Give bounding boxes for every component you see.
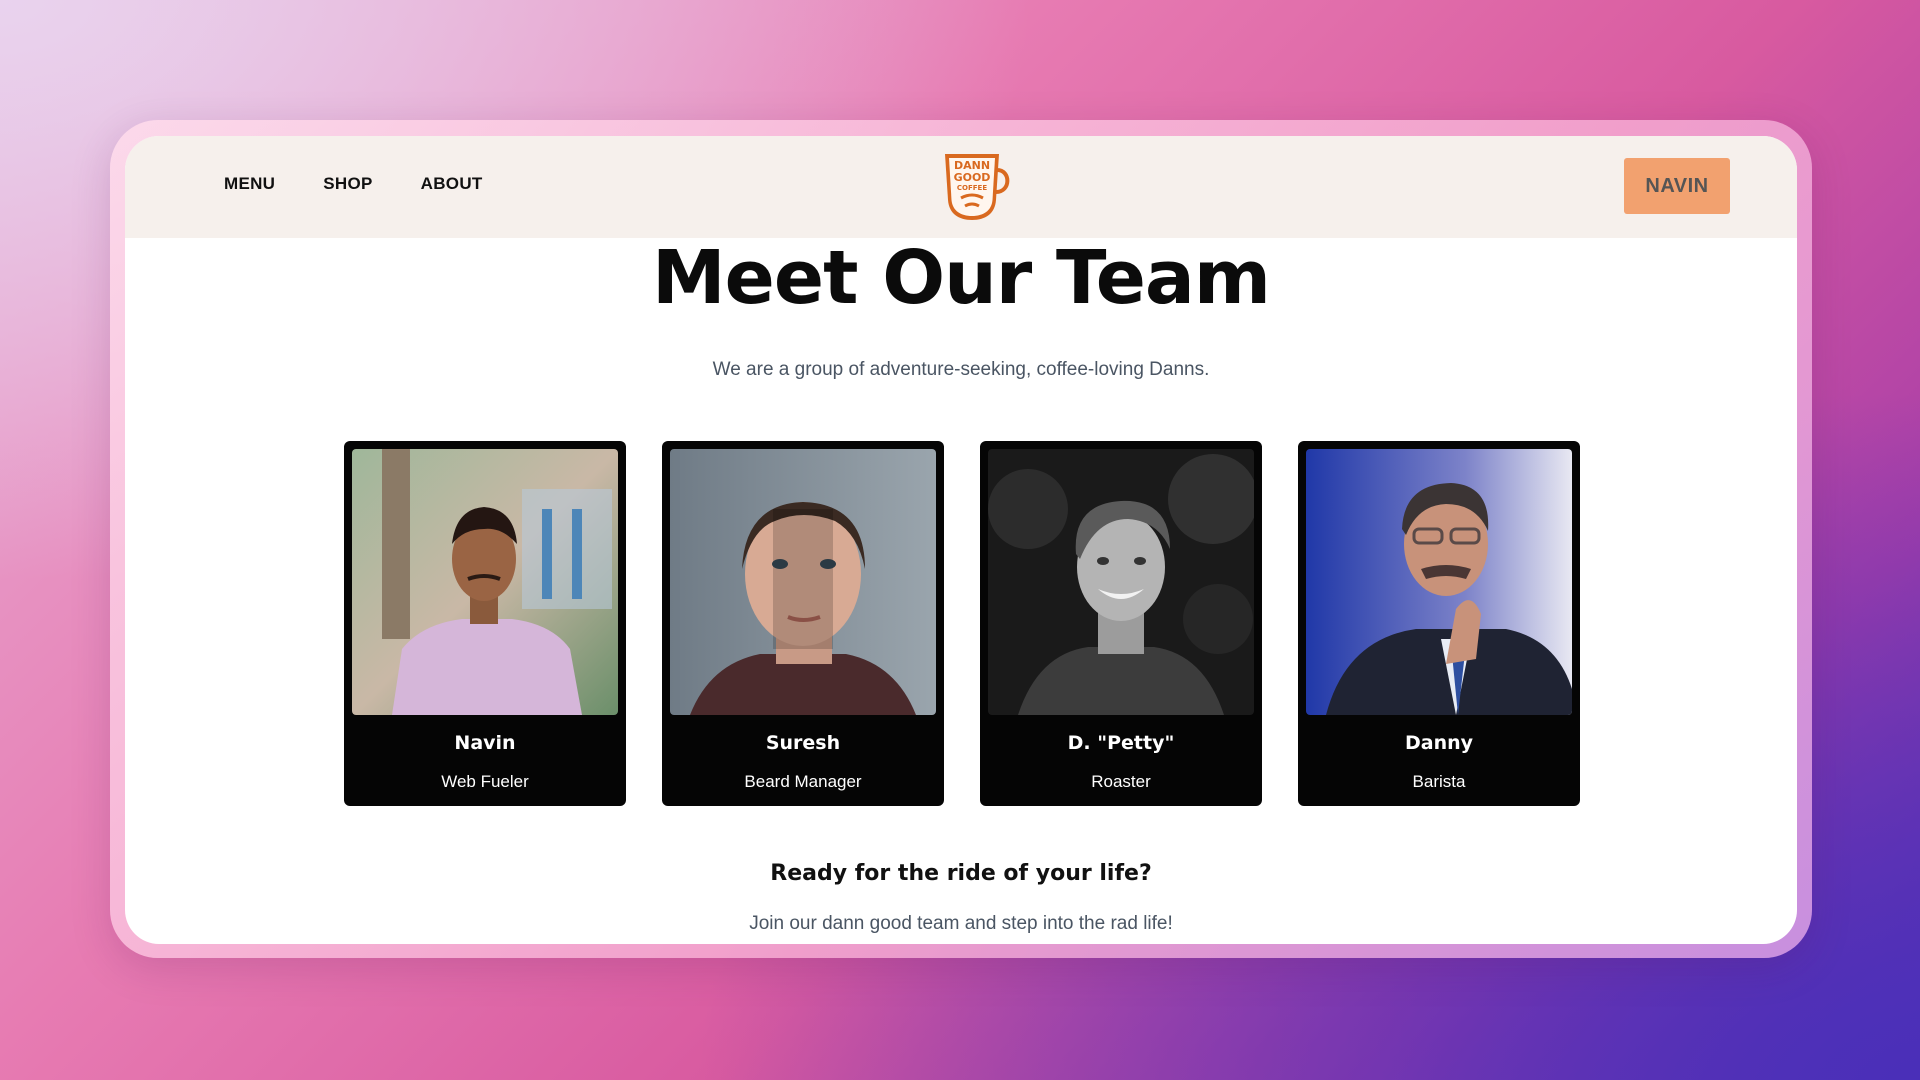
nav-about-link[interactable]: ABOUT: [421, 174, 483, 194]
team-member-photo: [670, 449, 936, 715]
team-member-name: D. "Petty": [1067, 732, 1175, 754]
team-card[interactable]: D. "Petty" Roaster: [980, 441, 1262, 806]
page-title: Meet Our Team: [652, 235, 1271, 321]
user-account-button[interactable]: NAVIN: [1624, 158, 1730, 214]
join-heading: Ready for the ride of your life?: [770, 861, 1152, 886]
team-member-role: Web Fueler: [441, 772, 529, 791]
nav-links: MENU SHOP ABOUT: [224, 174, 483, 194]
team-member-photo: [988, 449, 1254, 715]
team-member-name: Navin: [454, 732, 516, 754]
team-member-photo: [352, 449, 618, 715]
team-member-name: Suresh: [765, 732, 841, 754]
browser-window: MENU SHOP ABOUT DANN GOOD COFFEE NAVIN M…: [125, 136, 1797, 944]
dann-good-coffee-logo-icon[interactable]: DANN GOOD COFFEE: [941, 148, 1013, 222]
team-member-role: Roaster: [1091, 772, 1151, 791]
team-card[interactable]: Navin Web Fueler: [344, 441, 626, 806]
team-member-photo: [1306, 449, 1572, 715]
join-text: Join our dann good team and step into th…: [749, 913, 1173, 934]
page-subtitle: We are a group of adventure-seeking, cof…: [712, 359, 1210, 380]
team-cards: Navin Web Fueler Suresh Beard Manager D.…: [344, 441, 1580, 806]
nav-shop-link[interactable]: SHOP: [323, 174, 372, 194]
team-card[interactable]: Danny Barista: [1298, 441, 1580, 806]
top-navigation: MENU SHOP ABOUT DANN GOOD COFFEE NAVIN: [125, 136, 1797, 238]
team-member-name: Danny: [1404, 732, 1474, 754]
logo-word-2: GOOD: [954, 171, 991, 184]
team-member-role: Beard Manager: [744, 772, 862, 791]
team-card[interactable]: Suresh Beard Manager: [662, 441, 944, 806]
logo-word-3: COFFEE: [957, 184, 987, 192]
nav-menu-link[interactable]: MENU: [224, 174, 275, 194]
team-member-role: Barista: [1412, 772, 1466, 791]
